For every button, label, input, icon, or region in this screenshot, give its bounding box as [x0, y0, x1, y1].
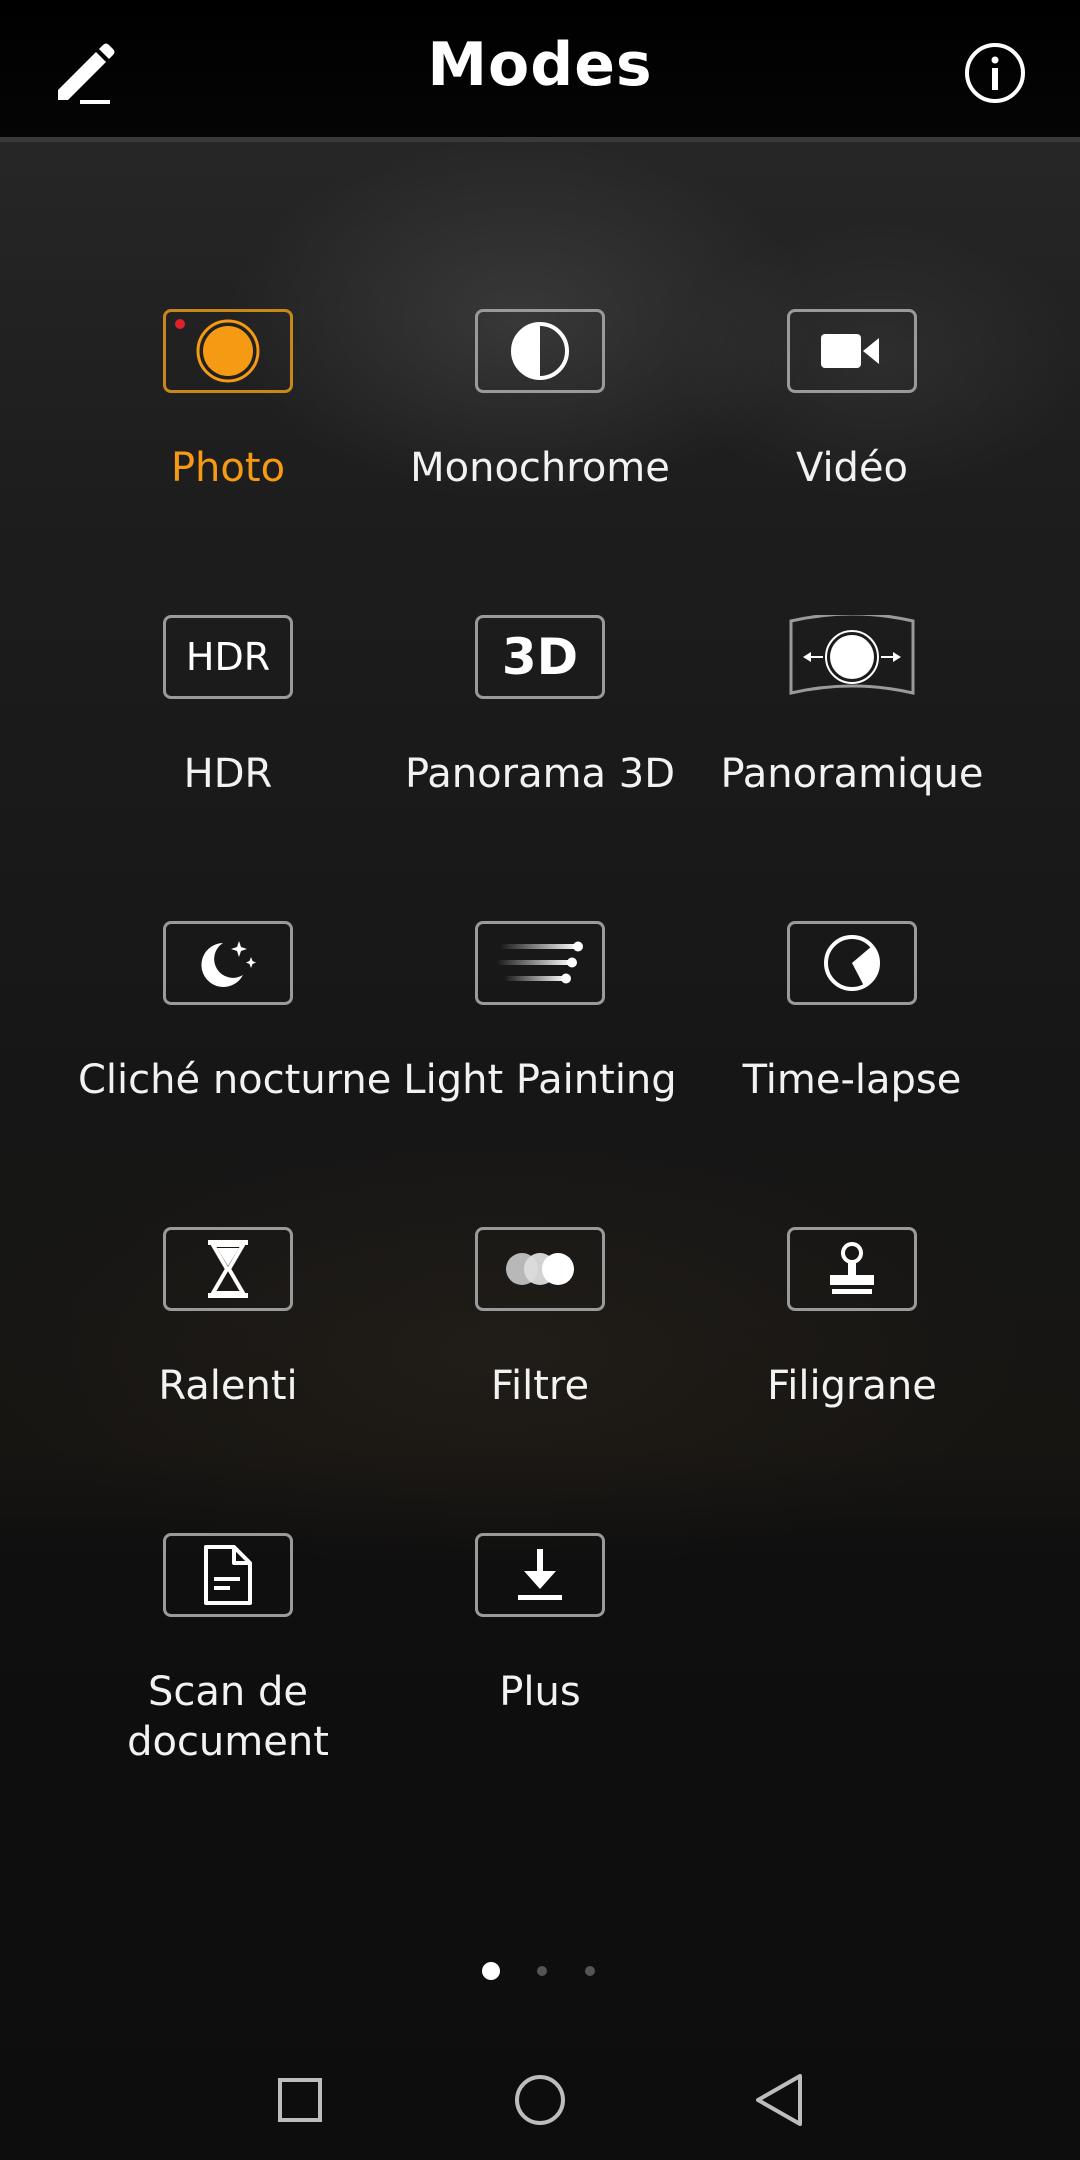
mode-hdr[interactable]: HDR HDR — [78, 615, 378, 799]
mode-icon-box: 3D — [475, 615, 605, 699]
mode-icon-box — [163, 1227, 293, 1311]
mode-plus[interactable]: Plus — [390, 1533, 690, 1717]
mode-icon-box — [475, 309, 605, 393]
mode-label: Panorama 3D — [404, 751, 676, 797]
mode-panoramique[interactable]: Panoramique — [702, 615, 1002, 799]
light-trails-icon — [496, 941, 583, 984]
moon-stars-icon — [201, 941, 256, 987]
mode-monochrome[interactable]: Monochrome — [390, 309, 690, 493]
download-icon — [518, 1549, 562, 1600]
mode-filtre[interactable]: Filtre — [390, 1227, 690, 1411]
back-button[interactable] — [740, 2060, 820, 2140]
mode-icon-box — [787, 615, 917, 699]
mode-label: Time-lapse — [742, 1057, 962, 1103]
mode-label: Plus — [499, 1669, 581, 1715]
panorama-3d-icon: 3D — [501, 628, 579, 686]
page-dot-active[interactable] — [482, 1962, 500, 1980]
mode-label: Ralenti — [158, 1363, 298, 1409]
mode-label: Filtre — [490, 1363, 590, 1409]
recents-button[interactable] — [260, 2060, 340, 2140]
page-indicator — [0, 1962, 1080, 1982]
panorama-icon — [789, 615, 915, 695]
mode-icon-box — [475, 1227, 605, 1311]
mode-panorama-3d[interactable]: 3D Panorama 3D — [390, 615, 690, 799]
info-button[interactable] — [960, 38, 1030, 108]
hdr-icon: HDR — [185, 635, 271, 679]
mode-cliche-nocturne[interactable]: Cliché nocturne — [78, 921, 392, 1105]
mode-photo[interactable]: Photo — [78, 309, 378, 493]
mode-filigrane[interactable]: Filigrane — [702, 1227, 1002, 1411]
stamp-icon — [830, 1242, 874, 1294]
info-icon — [965, 43, 1025, 103]
mode-video[interactable]: Vidéo — [702, 309, 1002, 493]
half-circle-icon — [511, 322, 569, 380]
mode-icon-box — [787, 309, 917, 393]
home-button[interactable] — [500, 2060, 580, 2140]
mode-time-lapse[interactable]: Time-lapse — [702, 921, 1002, 1105]
system-nav-bar — [0, 2060, 1080, 2140]
page-title: Modes — [427, 30, 653, 100]
mode-icon-box — [163, 309, 293, 393]
circle-icon — [515, 2075, 565, 2125]
header-divider — [0, 137, 1080, 142]
page-dot[interactable] — [537, 1966, 547, 1976]
video-camera-icon — [821, 334, 879, 368]
mode-label: HDR — [183, 751, 273, 797]
mode-light-painting[interactable]: Light Painting — [390, 921, 690, 1105]
mode-icon-box — [163, 1533, 293, 1617]
mode-label: Photo — [170, 445, 286, 491]
mode-ralenti[interactable]: Ralenti — [78, 1227, 378, 1411]
mode-label: Monochrome — [410, 445, 670, 491]
mode-label: Cliché nocturne — [78, 1057, 392, 1103]
time-lapse-icon — [824, 935, 880, 991]
mode-label: Filigrane — [767, 1363, 937, 1409]
mode-icon-box — [475, 921, 605, 1005]
top-bar: Modes — [0, 0, 1080, 142]
hourglass-icon — [208, 1240, 248, 1298]
mode-icon-box — [787, 1227, 917, 1311]
filter-circles-icon — [506, 1253, 574, 1285]
mode-icon-box — [787, 921, 917, 1005]
page-dot[interactable] — [585, 1966, 595, 1976]
document-icon — [204, 1545, 252, 1605]
camera-shutter-icon — [175, 319, 260, 383]
mode-label: Panoramique — [720, 751, 984, 797]
mode-label: Light Painting — [403, 1057, 677, 1103]
mode-scan-de-document[interactable]: Scan de document — [78, 1533, 378, 1767]
square-icon — [278, 2078, 322, 2122]
mode-icon-box — [163, 921, 293, 1005]
triangle-back-icon — [756, 2074, 802, 2126]
mode-label: Vidéo — [795, 445, 909, 491]
mode-label: Scan de document — [127, 1669, 329, 1765]
mode-icon-box: HDR — [163, 615, 293, 699]
mode-icon-box — [475, 1533, 605, 1617]
